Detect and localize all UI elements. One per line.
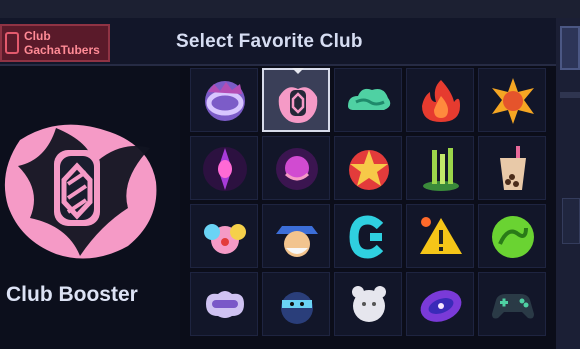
- club-cell-warning[interactable]: [406, 204, 474, 268]
- side-divider: [560, 92, 580, 98]
- c-logo-emblem-icon: [349, 215, 384, 259]
- gamepad-emblem-icon: [492, 294, 534, 319]
- club-cell-orb[interactable]: [262, 136, 330, 200]
- club-cell-gamepad[interactable]: [478, 272, 546, 336]
- club-booster-logo-icon: [4, 124, 157, 259]
- dragon-emblem-icon: [492, 216, 534, 258]
- club-cell-bear[interactable]: [334, 272, 402, 336]
- ring-emblem-icon: [205, 81, 245, 121]
- dice-icon: [5, 32, 19, 54]
- club-cell-crystal-selected[interactable]: [262, 68, 330, 132]
- cloud-emblem-icon: [348, 88, 391, 110]
- bamboo-emblem-icon: [423, 148, 459, 191]
- club-badge-line2: GachaTubers: [24, 43, 100, 57]
- club-cell-eye[interactable]: [190, 136, 258, 200]
- page-title: Select Favorite Club: [176, 31, 363, 52]
- club-cell-sun[interactable]: [478, 68, 546, 132]
- club-cell-cloud[interactable]: [334, 68, 402, 132]
- selection-pointer-icon: [292, 68, 304, 74]
- club-badge-text: Club GachaTubers: [24, 29, 100, 57]
- right-side-strip: [556, 18, 580, 349]
- galaxy-emblem-icon: [420, 290, 462, 322]
- club-cell-ring[interactable]: [190, 68, 258, 132]
- club-cell-sleep-mask[interactable]: [190, 272, 258, 336]
- club-cell-flame[interactable]: [406, 68, 474, 132]
- club-cell-bamboo[interactable]: [406, 136, 474, 200]
- captain-emblem-icon: [276, 226, 318, 257]
- orb-emblem-icon: [276, 148, 318, 190]
- bubble-tea-emblem-icon: [500, 146, 526, 190]
- top-band: [0, 0, 580, 18]
- club-cell-star-medal[interactable]: [334, 136, 402, 200]
- ninja-emblem-icon: [281, 292, 313, 324]
- club-booster-label: Club Booster: [6, 283, 138, 306]
- flame-emblem-icon: [422, 80, 460, 122]
- clown-emblem-icon: [204, 224, 246, 254]
- club-badge[interactable]: Club GachaTubers: [0, 24, 110, 62]
- club-cell-bubble-tea[interactable]: [478, 136, 546, 200]
- club-badge-line1: Club: [24, 29, 51, 43]
- eye-emblem-icon: [203, 147, 247, 191]
- warning-emblem-icon: [420, 217, 462, 254]
- club-cell-galaxy[interactable]: [406, 272, 474, 336]
- scroll-handle[interactable]: [562, 198, 580, 244]
- bear-emblem-icon: [352, 286, 386, 322]
- sun-emblem-icon: [492, 78, 534, 124]
- club-cell-captain[interactable]: [262, 204, 330, 268]
- side-tab-button[interactable]: [560, 26, 580, 70]
- club-emblem-grid: [186, 66, 556, 349]
- sleep-mask-emblem-icon: [206, 291, 244, 318]
- club-cell-ninja[interactable]: [262, 272, 330, 336]
- club-cell-clown[interactable]: [190, 204, 258, 268]
- star-medal-emblem-icon: [349, 150, 389, 190]
- club-cell-c-logo[interactable]: [334, 204, 402, 268]
- crystal-emblem-icon: [278, 87, 318, 123]
- club-cell-dragon[interactable]: [478, 204, 546, 268]
